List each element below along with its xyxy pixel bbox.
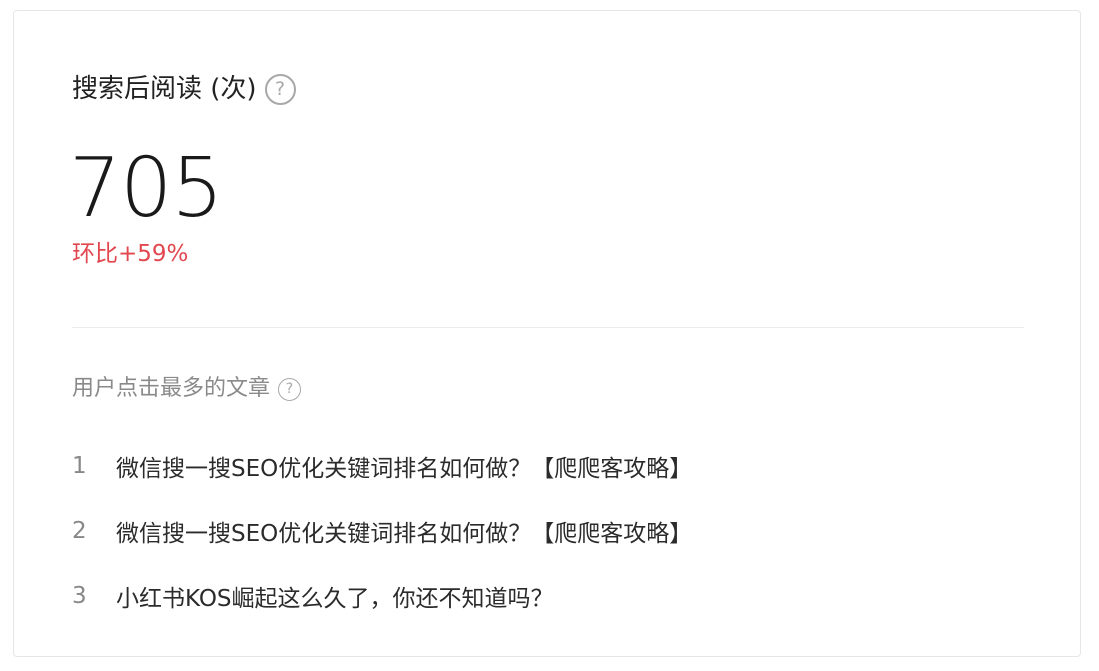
article-rank: 3 [72, 582, 87, 609]
article-list: 1 微信搜一搜SEO优化关键词排名如何做？【爬爬客攻略】 2 微信搜一搜SEO优… [72, 433, 692, 628]
list-item: 3 小红书KOS崛起这么久了，你还不知道吗？ [72, 563, 692, 628]
metric-title: 搜索后阅读 (次) [72, 74, 257, 104]
metric-change: 环比+59% [72, 241, 189, 267]
list-item: 2 微信搜一搜SEO优化关键词排名如何做？【爬爬客攻略】 [72, 498, 692, 563]
metric-header: 搜索后阅读 (次) ? [72, 71, 296, 107]
help-icon[interactable]: ? [278, 377, 302, 401]
metric-value: 705 [69, 141, 224, 236]
top-articles-title: 用户点击最多的文章 [72, 376, 271, 401]
stats-card: 搜索后阅读 (次) ? 705 环比+59% 用户点击最多的文章 ? 1 微信搜… [13, 10, 1081, 657]
list-item: 1 微信搜一搜SEO优化关键词排名如何做？【爬爬客攻略】 [72, 433, 692, 498]
divider [72, 327, 1024, 328]
article-link[interactable]: 小红书KOS崛起这么久了，你还不知道吗？ [116, 579, 554, 613]
article-link[interactable]: 微信搜一搜SEO优化关键词排名如何做？【爬爬客攻略】 [116, 449, 692, 483]
article-rank: 2 [72, 517, 87, 544]
top-articles-header: 用户点击最多的文章 ? [72, 372, 302, 406]
article-rank: 1 [72, 452, 87, 479]
article-link[interactable]: 微信搜一搜SEO优化关键词排名如何做？【爬爬客攻略】 [116, 514, 692, 548]
help-icon[interactable]: ? [264, 73, 296, 105]
